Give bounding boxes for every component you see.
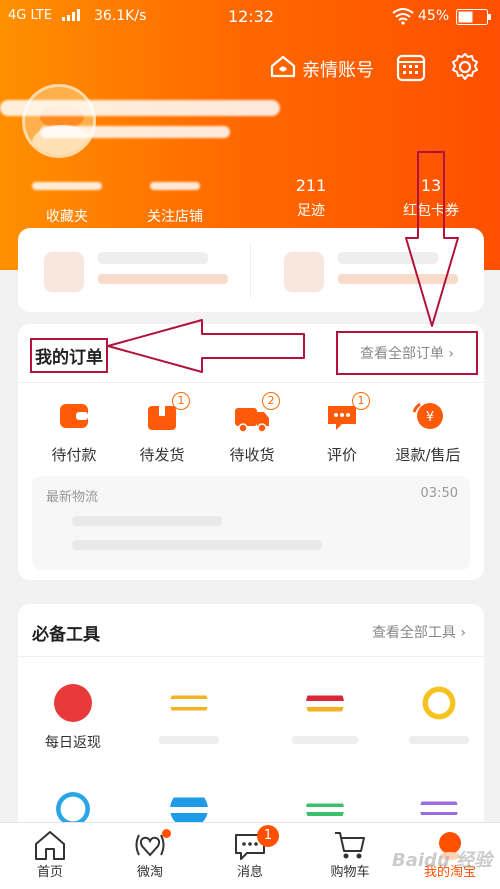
battery-icon [456, 9, 492, 29]
assistant-icon [420, 684, 458, 722]
stat-followed-stores-label: 关注店铺 [147, 209, 203, 225]
family-home-icon [270, 54, 296, 83]
network-speed: 36.1K/s [94, 8, 147, 24]
message-icon: 1 [233, 825, 279, 861]
tools-card: 必备工具 查看全部工具 › 每日返现 [18, 604, 484, 834]
promo-left[interactable] [38, 242, 238, 298]
order-review-label: 评价 [326, 446, 357, 464]
family-account-button[interactable]: 亲情账号 [270, 54, 374, 83]
order-refund-label: 退款/售后 [395, 446, 461, 464]
stat-favorites-label: 收藏夹 [46, 209, 88, 225]
order-pending-payment-label: 待付款 [51, 446, 97, 464]
tool-daily-cashback[interactable]: 每日返现 [28, 684, 118, 752]
stat-coupons[interactable]: 13 红包卡券 [376, 176, 486, 220]
stat-footprints[interactable]: 211 足迹 [256, 176, 366, 220]
order-pending-receipt-badge: 2 [262, 392, 280, 410]
signal-icon [62, 9, 82, 25]
truck-icon: 2 [232, 392, 280, 434]
logistics-thumb-redacted [72, 516, 222, 526]
status-bar: 4G LTE 36.1K/s 12:32 45% [0, 0, 500, 34]
latest-logistics[interactable]: 最新物流 03:50 [32, 476, 470, 570]
watermark: Baidu 经验 [391, 850, 492, 871]
order-pending-shipment-label: 待发货 [139, 446, 185, 464]
wifi-icon [392, 7, 414, 29]
order-pending-shipment-badge: 1 [172, 392, 190, 410]
order-pending-payment[interactable]: 待付款 [34, 398, 114, 465]
tools-title: 必备工具 [32, 625, 100, 645]
stat-favorites-value [12, 182, 122, 204]
order-pending-shipment[interactable]: 1 待发货 [122, 392, 202, 465]
tool-coupon-center[interactable] [144, 684, 234, 744]
tab-weitao[interactable]: 微淘 [105, 829, 195, 880]
order-review-badge: 1 [352, 392, 370, 410]
svg-text:¥: ¥ [426, 410, 434, 425]
comment-icon: 1 [322, 392, 370, 434]
view-all-orders-link[interactable]: 查看全部订单 › [336, 331, 478, 375]
tab-cart-label: 购物车 [330, 865, 370, 880]
stat-coupons-value: 13 [420, 176, 442, 195]
cart-icon [333, 829, 367, 861]
top-actions: 亲情账号 [0, 52, 500, 84]
orders-card: 我的订单 查看全部订单 › 待付款 1 待发货 2 待收货 1 评价 ¥ 退款/… [18, 324, 484, 580]
stat-coupons-label: 红包卡券 [403, 203, 459, 219]
stat-followed-stores[interactable]: 关注店铺 [120, 176, 230, 226]
tool-secretary[interactable] [394, 684, 484, 744]
logistics-time: 03:50 [420, 486, 458, 501]
calendar-icon[interactable] [396, 52, 428, 84]
network-indicator: 4G LTE [8, 8, 53, 23]
tab-messages-badge: 1 [257, 825, 279, 847]
tab-messages[interactable]: 1 消息 [205, 825, 295, 880]
avatar[interactable] [22, 84, 96, 158]
family-account-label: 亲情账号 [302, 59, 374, 81]
tab-home[interactable]: 首页 [5, 829, 95, 880]
view-all-tools-link[interactable]: 查看全部工具 › [372, 622, 466, 642]
order-pending-receipt-label: 待收货 [229, 446, 275, 464]
tab-home-label: 首页 [36, 865, 63, 880]
wallet-icon [54, 398, 94, 434]
cashback-icon [54, 684, 92, 722]
logistics-title: 最新物流 [46, 490, 99, 505]
home-icon [33, 829, 67, 861]
coupon-icon [170, 684, 208, 722]
stat-footprints-value: 211 [295, 176, 327, 195]
tab-weitao-label: 微淘 [136, 865, 163, 880]
promo-right[interactable] [278, 242, 478, 298]
tool-daily-cashback-label: 每日返现 [45, 735, 101, 751]
stat-followed-stores-value [120, 182, 230, 204]
redacted-member-info [40, 126, 230, 138]
logistics-text-redacted [72, 540, 322, 550]
tab-cart[interactable]: 购物车 [305, 829, 395, 880]
price-tag-icon [306, 684, 344, 722]
refund-icon: ¥ [408, 398, 448, 434]
order-refund[interactable]: ¥ 退款/售后 [388, 398, 468, 465]
redacted-username [0, 100, 280, 116]
battery-level: 45% [418, 8, 450, 24]
package-icon: 1 [142, 392, 190, 434]
settings-gear-icon[interactable] [450, 52, 482, 84]
clock: 12:32 [228, 7, 275, 26]
tab-messages-label: 消息 [236, 865, 263, 880]
order-pending-receipt[interactable]: 2 待收货 [212, 392, 292, 465]
tab-weitao-dot [162, 829, 171, 838]
order-review[interactable]: 1 评价 [302, 392, 382, 465]
stat-favorites[interactable]: 收藏夹 [12, 176, 122, 226]
tool-price-tracker[interactable] [280, 684, 370, 744]
heart-wave-icon [133, 829, 171, 861]
stat-footprints-label: 足迹 [297, 203, 325, 219]
promo-card [18, 228, 484, 312]
orders-title: 我的订单 [30, 338, 108, 373]
